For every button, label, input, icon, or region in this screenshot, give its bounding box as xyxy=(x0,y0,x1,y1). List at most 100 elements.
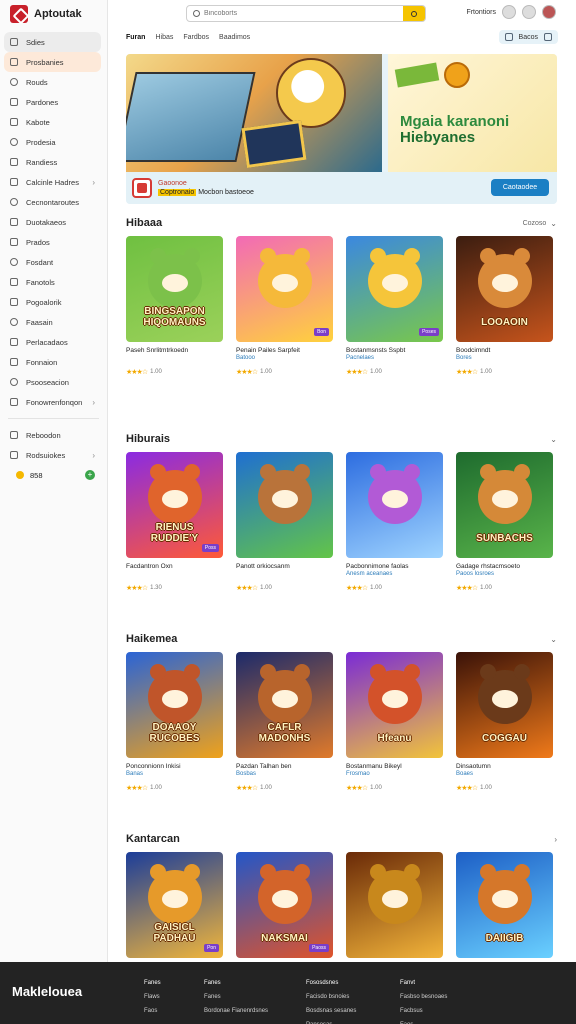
sidebar-item[interactable]: Sdies xyxy=(4,32,101,52)
game-publisher[interactable]: Frosmao xyxy=(346,771,443,779)
game-card[interactable]: DOAAOY RUCOBES Ponconnionn Inkisi Banas ★★★… xyxy=(126,652,223,792)
game-title[interactable]: Gadage rhstacmsoeto xyxy=(456,563,553,570)
game-title[interactable]: Pazdan Talhan ben xyxy=(236,763,333,770)
game-card[interactable]: NAKSMAI Paoss xyxy=(236,852,333,958)
game-card[interactable]: SUNBACHS Gadage rhstacmsoeto Paoos losroes… xyxy=(456,452,553,592)
game-thumbnail[interactable]: NAKSMAI Paoss xyxy=(236,852,333,958)
game-card[interactable]: Poses Bostanmsnsts Sspbt Pacnelaes ★★★☆ 1.00 xyxy=(346,236,443,376)
game-card[interactable]: GAISICL PADHAU Pon xyxy=(126,852,223,958)
game-publisher[interactable]: Banas xyxy=(126,771,223,779)
game-publisher[interactable]: Anesm aceanaes xyxy=(346,571,443,579)
game-thumbnail[interactable]: DAIIGIB xyxy=(456,852,553,958)
tab-0[interactable]: Furan xyxy=(126,34,145,41)
sidebar-item[interactable]: Fonnaion xyxy=(4,352,101,372)
hero-banner[interactable]: Mgaia karanoni Hiebyanes Gaoonoe Coptron… xyxy=(126,54,557,204)
game-thumbnail[interactable] xyxy=(236,452,333,558)
footer-link[interactable]: Faos xyxy=(400,1018,447,1024)
avatar[interactable] xyxy=(542,5,556,19)
game-thumbnail[interactable]: COGGAU xyxy=(456,652,553,758)
account-label[interactable]: Frtontiors xyxy=(466,9,496,16)
sidebar-item[interactable]: Calcinle Hadres › xyxy=(4,172,101,192)
game-title[interactable]: Bostanmsnsts Sspbt xyxy=(346,347,443,354)
view-toggle[interactable]: Bacos xyxy=(498,30,558,44)
grid-view-icon[interactable] xyxy=(504,33,513,41)
game-card[interactable]: Pacbonnimone faolas Anesm aceanaes ★★★☆ 1.0… xyxy=(346,452,443,592)
game-card[interactable]: BINGSAPON HIQOMAUNS Paseh Snrlitmtrkoedn ★… xyxy=(126,236,223,376)
list-view-icon[interactable] xyxy=(544,33,552,41)
settings-icon[interactable] xyxy=(522,5,536,19)
add-coins-button[interactable]: + xyxy=(85,470,95,480)
sidebar-item[interactable]: Prados xyxy=(4,232,101,252)
footer-link[interactable]: Faos xyxy=(144,1004,161,1018)
sidebar-item[interactable]: Reboodon xyxy=(4,425,101,445)
game-title[interactable]: Panott orkiocsanm xyxy=(236,563,333,570)
game-title[interactable]: Boodcimndt xyxy=(456,347,553,354)
footer-link[interactable]: Fanes xyxy=(204,990,268,1004)
game-publisher[interactable]: Pacnelaes xyxy=(346,355,443,363)
sidebar-item[interactable]: Pogoalorik xyxy=(4,292,101,312)
footer-link[interactable]: Pansosas xyxy=(306,1018,356,1024)
game-thumbnail[interactable]: Hfeanu xyxy=(346,652,443,758)
game-title[interactable]: Pacbonnimone faolas xyxy=(346,563,443,570)
sidebar-item[interactable]: Prosbanies xyxy=(4,52,101,72)
game-card[interactable] xyxy=(346,852,443,958)
sidebar-item[interactable]: Fonowrenfonqon › xyxy=(4,392,101,412)
game-card[interactable]: COGGAU Dinsaotumn Boaes ★★★☆ 1.00 xyxy=(456,652,553,792)
footer-link[interactable]: Flaws xyxy=(144,990,161,1004)
sidebar-item[interactable]: Rodsuiokes › xyxy=(4,445,101,465)
game-thumbnail[interactable]: Poses xyxy=(346,236,443,342)
footer-link[interactable]: Facisdo bsnoies xyxy=(306,990,356,1004)
notification-icon[interactable] xyxy=(502,5,516,19)
game-card[interactable]: RIENUS RUDDIE'Y Poss Facdantron Oxn ★★★☆ 1.3… xyxy=(126,452,223,592)
search-button[interactable] xyxy=(403,6,425,21)
game-publisher[interactable]: Paoos losroes xyxy=(456,571,553,579)
sidebar-item[interactable]: Cecnontaroutes xyxy=(4,192,101,212)
brand[interactable]: Aptoutak xyxy=(0,0,107,28)
search-input[interactable] xyxy=(204,10,403,17)
game-thumbnail[interactable]: Bon xyxy=(236,236,333,342)
sidebar-item[interactable]: Pardones xyxy=(4,92,101,112)
game-thumbnail[interactable]: LOOAOIN xyxy=(456,236,553,342)
tab-1[interactable]: Hibas xyxy=(155,34,173,41)
game-thumbnail[interactable]: RIENUS RUDDIE'Y Poss xyxy=(126,452,223,558)
game-card[interactable]: Hfeanu Bostanmanu Bikeyl Frosmao ★★★☆ 1.00 xyxy=(346,652,443,792)
game-thumbnail[interactable]: DOAAOY RUCOBES xyxy=(126,652,223,758)
game-title[interactable]: Paseh Snrlitmtrkoedn xyxy=(126,347,223,354)
game-card[interactable]: Bon Penain Pailes Sarpfeit Batooo ★★★☆ 1.00 xyxy=(236,236,333,376)
game-thumbnail[interactable] xyxy=(346,452,443,558)
hero-cta-button[interactable]: Caotaodee xyxy=(491,179,549,196)
sidebar-item[interactable]: Fosdant xyxy=(4,252,101,272)
sidebar-item[interactable]: Rouds xyxy=(4,72,101,92)
game-publisher[interactable] xyxy=(126,355,223,363)
game-title[interactable]: Facdantron Oxn xyxy=(126,563,223,570)
game-publisher[interactable] xyxy=(126,571,223,579)
chevron-down-icon[interactable]: ⌄ xyxy=(550,219,557,228)
sidebar-item[interactable]: Faasain xyxy=(4,312,101,332)
sidebar-item[interactable]: Duotakaeos xyxy=(4,212,101,232)
tab-3[interactable]: Baadimos xyxy=(219,34,250,41)
game-thumbnail[interactable]: SUNBACHS xyxy=(456,452,553,558)
sidebar-item[interactable]: Kabote xyxy=(4,112,101,132)
game-thumbnail[interactable] xyxy=(346,852,443,958)
chevron-down-icon[interactable]: ⌄ xyxy=(550,435,557,444)
sidebar-item[interactable]: Fanotols xyxy=(4,272,101,292)
game-publisher[interactable] xyxy=(236,571,333,579)
game-thumbnail[interactable]: BINGSAPON HIQOMAUNS xyxy=(126,236,223,342)
game-publisher[interactable]: Bosbas xyxy=(236,771,333,779)
game-thumbnail[interactable]: CAFLR MADONHS xyxy=(236,652,333,758)
sidebar-item[interactable]: Perlacadaos xyxy=(4,332,101,352)
game-title[interactable]: Ponconnionn Inkisi xyxy=(126,763,223,770)
section-see-all-link[interactable]: Cozoso xyxy=(523,220,547,227)
sidebar-item[interactable]: Randiess xyxy=(4,152,101,172)
chevron-down-icon[interactable]: ⌄ xyxy=(550,635,557,644)
game-title[interactable]: Bostanmanu Bikeyl xyxy=(346,763,443,770)
game-publisher[interactable]: Batooo xyxy=(236,355,333,363)
game-card[interactable]: CAFLR MADONHS Pazdan Talhan ben Bosbas ★★★☆… xyxy=(236,652,333,792)
sidebar-item[interactable]: Psooseacion xyxy=(4,372,101,392)
game-card[interactable]: Panott orkiocsanm ★★★☆ 1.00 xyxy=(236,452,333,592)
game-card[interactable]: LOOAOIN Boodcimndt Bores ★★★☆ 1.00 xyxy=(456,236,553,376)
footer-link[interactable]: Bordonae Fianenrdsnes xyxy=(204,1004,268,1018)
footer-link[interactable]: Facbsus xyxy=(400,1004,447,1018)
game-title[interactable]: Penain Pailes Sarpfeit xyxy=(236,347,333,354)
tab-2[interactable]: Fardbos xyxy=(183,34,209,41)
